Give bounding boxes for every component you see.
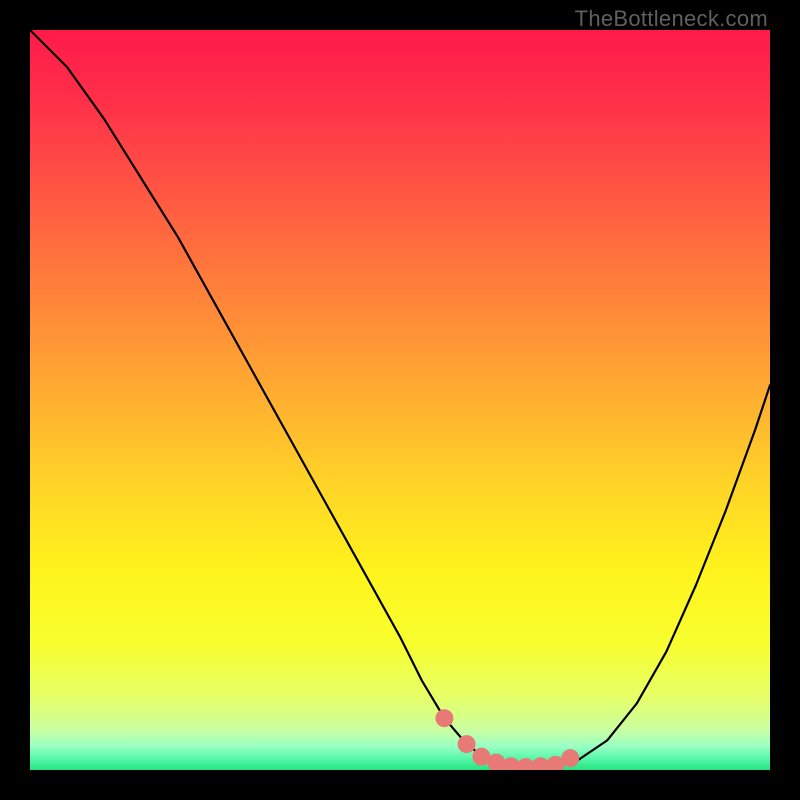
highlight-markers <box>435 709 579 770</box>
chart-frame: TheBottleneck.com <box>0 0 800 800</box>
marker-point <box>435 709 453 727</box>
marker-point <box>561 749 579 767</box>
marker-point <box>458 735 476 753</box>
watermark-text: TheBottleneck.com <box>575 6 768 32</box>
plot-area <box>30 30 770 770</box>
bottleneck-curve <box>30 30 770 767</box>
curve-layer <box>30 30 770 770</box>
